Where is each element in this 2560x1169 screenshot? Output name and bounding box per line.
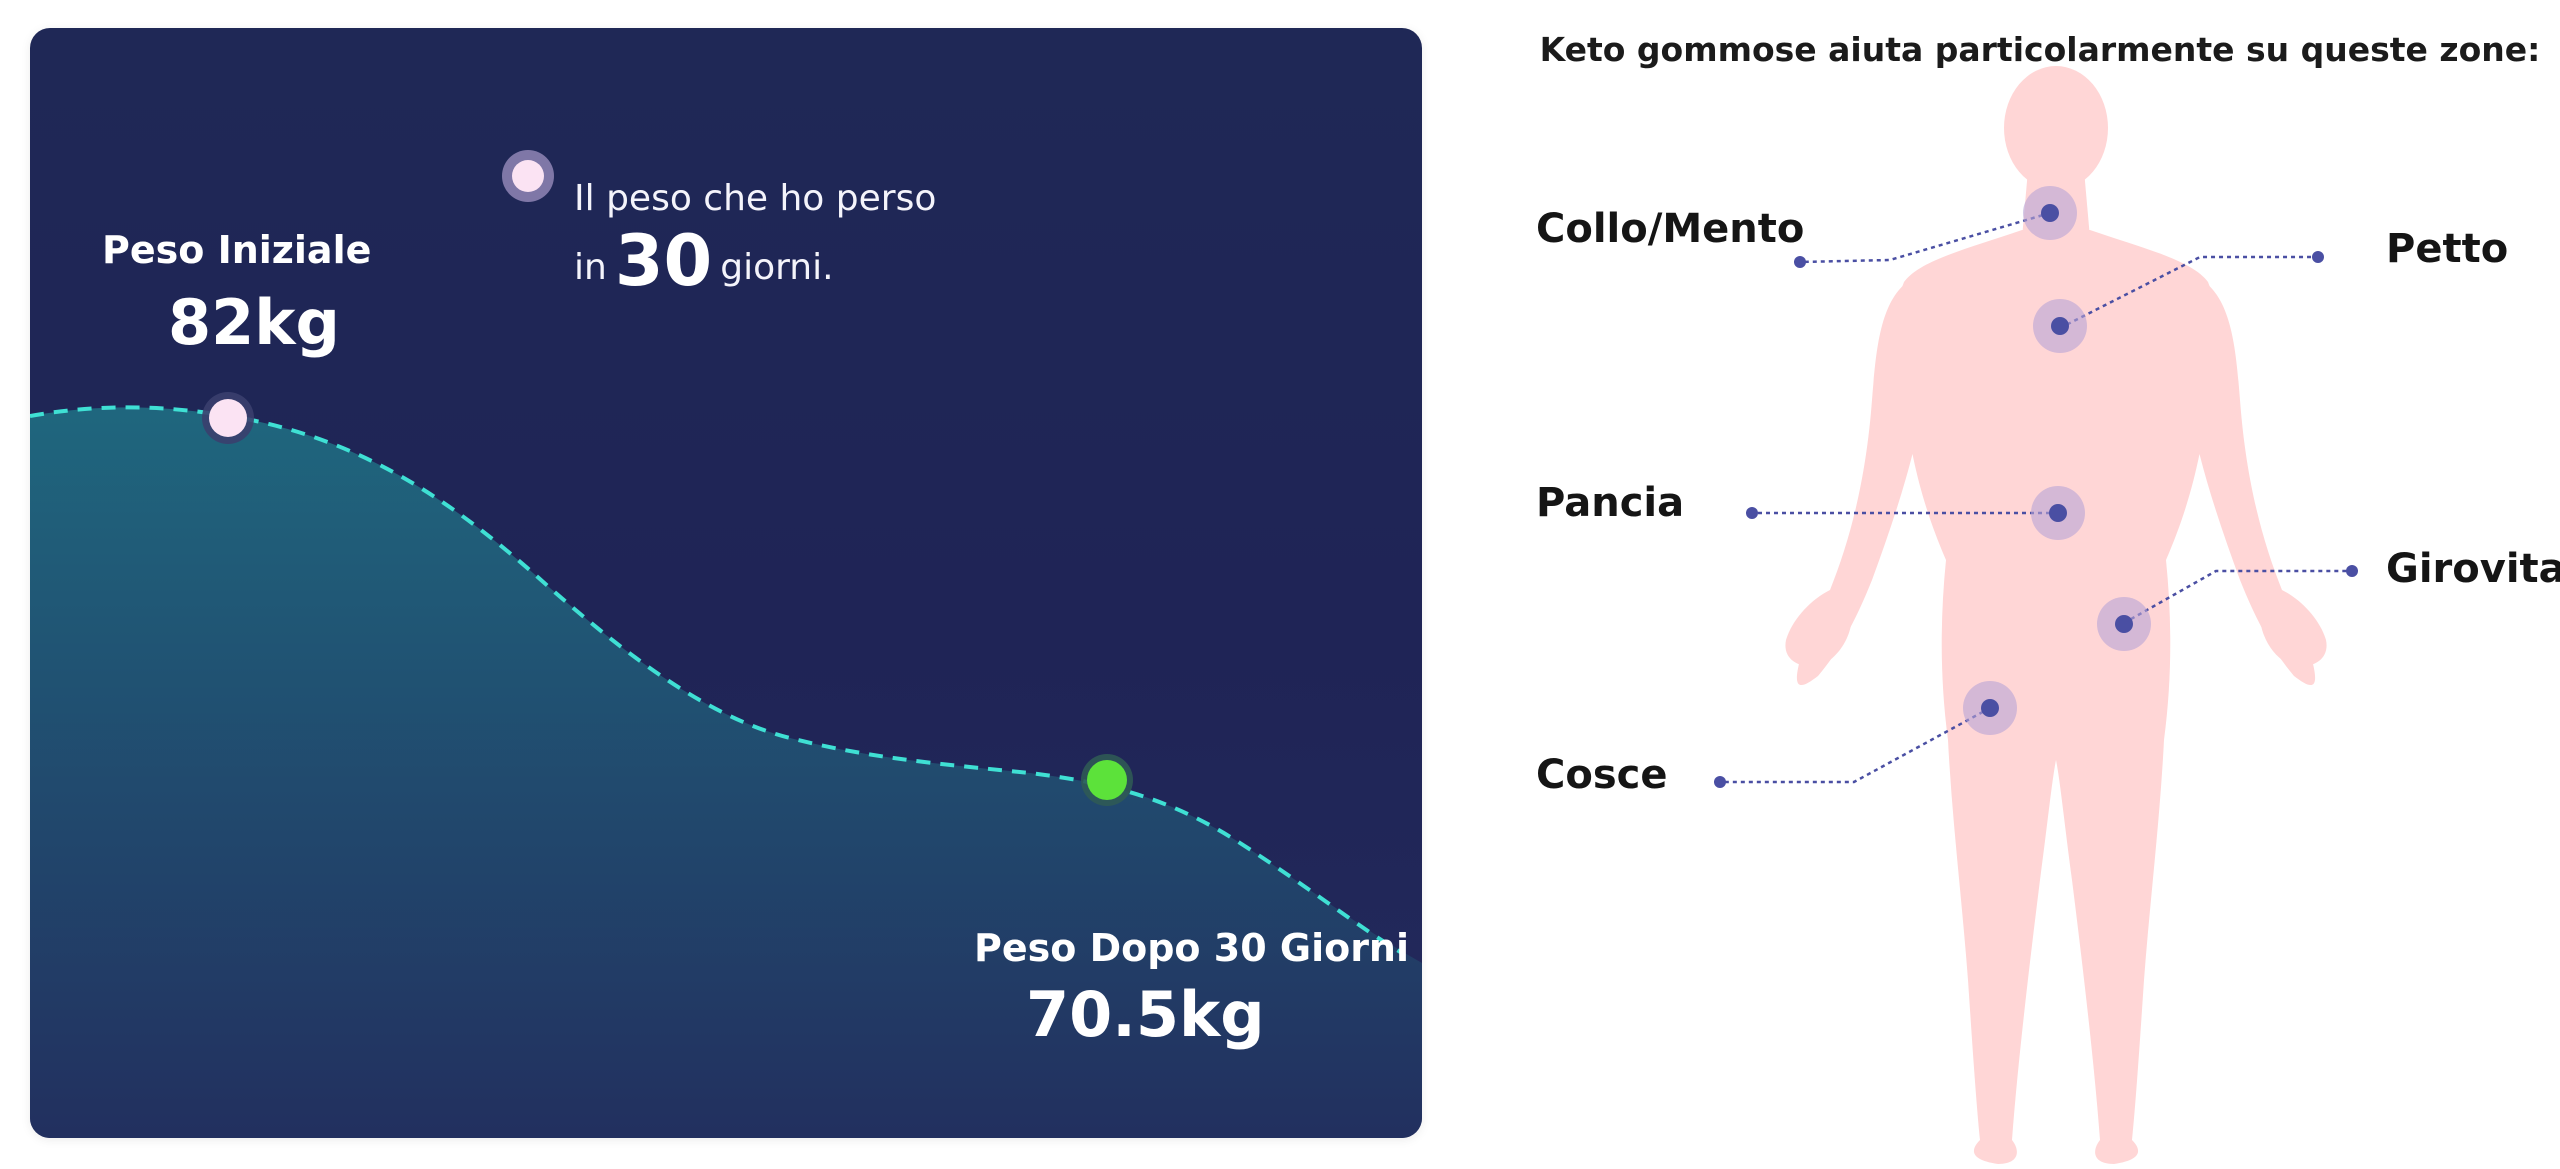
zone-label-collo: Collo/Mento bbox=[1536, 206, 1805, 252]
girovita-marker-icon bbox=[2097, 597, 2151, 651]
cosce-marker-icon bbox=[1963, 681, 2017, 735]
zone-label-petto: Petto bbox=[2386, 226, 2509, 272]
collo-marker-icon bbox=[2023, 186, 2077, 240]
start-weight-point bbox=[202, 392, 254, 444]
legend-text: Il peso che ho perso bbox=[574, 178, 937, 219]
petto-marker-icon bbox=[2033, 299, 2087, 353]
start-weight-label: Peso Iniziale bbox=[102, 228, 372, 272]
zone-label-girovita: Girovita bbox=[2386, 546, 2560, 592]
start-weight-value: 82kg bbox=[168, 286, 340, 359]
zone-label-cosce: Cosce bbox=[1536, 752, 1668, 798]
end-weight-label: Peso Dopo 30 Giorni bbox=[974, 926, 1410, 970]
end-weight-value: 70.5kg bbox=[1026, 978, 1265, 1051]
legend-giorni: giorni. bbox=[720, 247, 834, 288]
legend-days-number: 30 bbox=[614, 220, 713, 302]
legend-days-text: in 30 giorni. bbox=[574, 220, 834, 302]
legend-in: in bbox=[574, 247, 607, 288]
zone-label-pancia: Pancia bbox=[1536, 480, 1685, 526]
weight-loss-chart-card: Il peso che ho perso in 30 giorni. Peso In… bbox=[30, 28, 1422, 1138]
infographic: Il peso che ho perso in 30 giorni. Peso In… bbox=[0, 0, 2560, 1169]
legend-marker-icon bbox=[502, 150, 554, 202]
end-weight-point bbox=[1081, 754, 1133, 806]
pancia-marker-icon bbox=[2031, 486, 2085, 540]
